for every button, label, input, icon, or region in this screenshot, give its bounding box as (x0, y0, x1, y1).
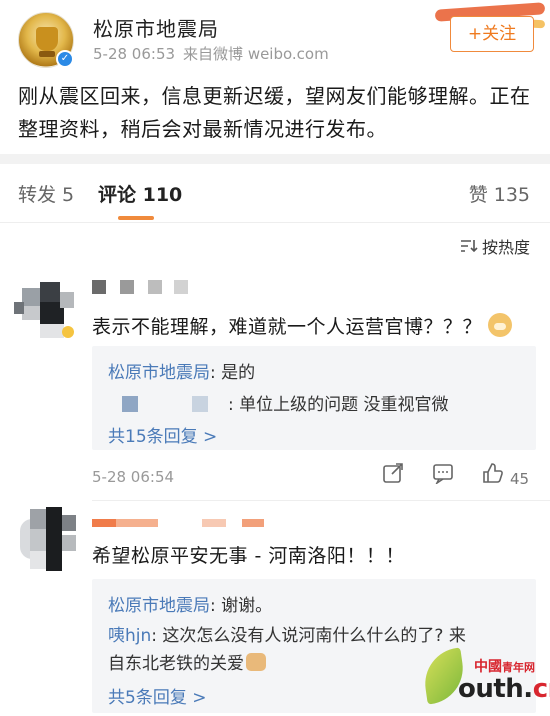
reply-line: 松原市地震局: 是的 (108, 358, 255, 383)
youth-cn-watermark: 中國青年网 outh.cn (420, 642, 550, 716)
doge-emoji-icon (488, 313, 513, 337)
watermark-url-main: outh. (458, 674, 533, 704)
post-source: 来自微博 weibo.com (183, 45, 329, 63)
view-all-replies-link[interactable]: 共15条回复 > (108, 422, 217, 447)
tabs-divider (0, 222, 550, 223)
post-tabs: 转发 5 评论 110 赞 135 (0, 164, 550, 222)
sort-by-heat-button[interactable]: 按热度 (460, 234, 530, 258)
comment-footer: 5-28 06:54 45 (92, 462, 536, 492)
tab-repost[interactable]: 转发 5 (18, 180, 74, 207)
reply-line: 自东北老铁的关爱 (108, 649, 266, 674)
thumbs-up-icon (483, 463, 503, 483)
view-all-replies-link[interactable]: 共5条回复 > (108, 683, 206, 708)
avatar-emblem (36, 27, 58, 51)
reply-preview-box[interactable]: 松原市地震局: 是的 : 单位上级的问题 没重视官微 共15条回复 > (92, 346, 536, 450)
reply-text: : 单位上级的问题 没重视官微 (228, 395, 449, 415)
watermark-brand-2: 青年网 (502, 661, 535, 674)
reply-text: 自东北老铁的关爱 (108, 654, 244, 674)
comment-text: 希望松原平安无事 - 河南洛阳！！！ (92, 545, 405, 567)
comment-text-content: 表示不能理解，难道就一个人运营官博？？？ (92, 316, 483, 338)
watermark-url-cn: cn (532, 674, 550, 704)
commenter-avatar-pixelated[interactable] (14, 278, 76, 340)
reply-text: : 是的 (210, 363, 256, 383)
reply-text: : 谢谢。 (210, 596, 273, 616)
tab-likes[interactable]: 赞 135 (469, 180, 530, 207)
reply-author-pixelated[interactable] (108, 394, 228, 412)
comment-reply-icon[interactable] (432, 462, 454, 489)
comment-divider (92, 500, 550, 501)
reply-author[interactable]: 咦hjn (108, 626, 151, 646)
comment-item: 表示不能理解，难道就一个人运营官博？？？ 松原市地震局: 是的 : 单位上级的问… (0, 270, 550, 495)
avatar-emblem-base (39, 51, 55, 57)
cat-emoji-icon (246, 653, 266, 671)
sort-lines-icon (460, 238, 478, 257)
reply-text: : 这次怎么没有人说河南什么什么的了? 来 (151, 626, 466, 646)
verified-badge-icon: ✓ (56, 50, 74, 68)
post-meta: 5-28 06:53 来自微博 weibo.com (93, 43, 329, 64)
post-timestamp: 5-28 06:53 (93, 45, 176, 63)
weibo-post: ✓ 松原市地震局 5-28 06:53 来自微博 weibo.com +关注 刚从… (0, 0, 550, 158)
commenter-avatar-pixelated[interactable] (14, 505, 76, 575)
reply-line: : 单位上级的问题 没重视官微 (108, 390, 449, 415)
watermark-url: outh.cn (458, 674, 550, 704)
post-body: 刚从震区回来，信息更新迟缓，望网友们能够理解。正在整理资料，稍后会对最新情况进行… (18, 84, 531, 141)
active-tab-indicator (118, 216, 154, 220)
section-divider (0, 154, 550, 164)
account-name[interactable]: 松原市地震局 (93, 13, 219, 42)
sort-label: 按热度 (481, 238, 530, 257)
like-count: 45 (510, 470, 530, 488)
like-button[interactable]: 45 (482, 462, 529, 489)
follow-button[interactable]: +关注 (450, 16, 534, 52)
watermark-brand: 中國青年网 (474, 656, 535, 676)
commenter-name-pixelated[interactable] (92, 280, 192, 294)
reply-line: 咦hjn: 这次怎么没有人说河南什么什么的了? 来 (108, 621, 466, 646)
tab-comments[interactable]: 评论 110 (98, 180, 182, 207)
watermark-brand-cn: 中國 (474, 659, 502, 675)
reply-author[interactable]: 松原市地震局 (108, 596, 210, 616)
comment-time: 5-28 06:54 (92, 468, 175, 486)
commenter-name-pixelated[interactable] (92, 519, 272, 529)
share-icon[interactable] (382, 462, 404, 489)
reply-line: 松原市地震局: 谢谢。 (108, 591, 272, 616)
reply-author[interactable]: 松原市地震局 (108, 363, 210, 383)
comment-text: 表示不能理解，难道就一个人运营官博？？？ (92, 312, 513, 339)
